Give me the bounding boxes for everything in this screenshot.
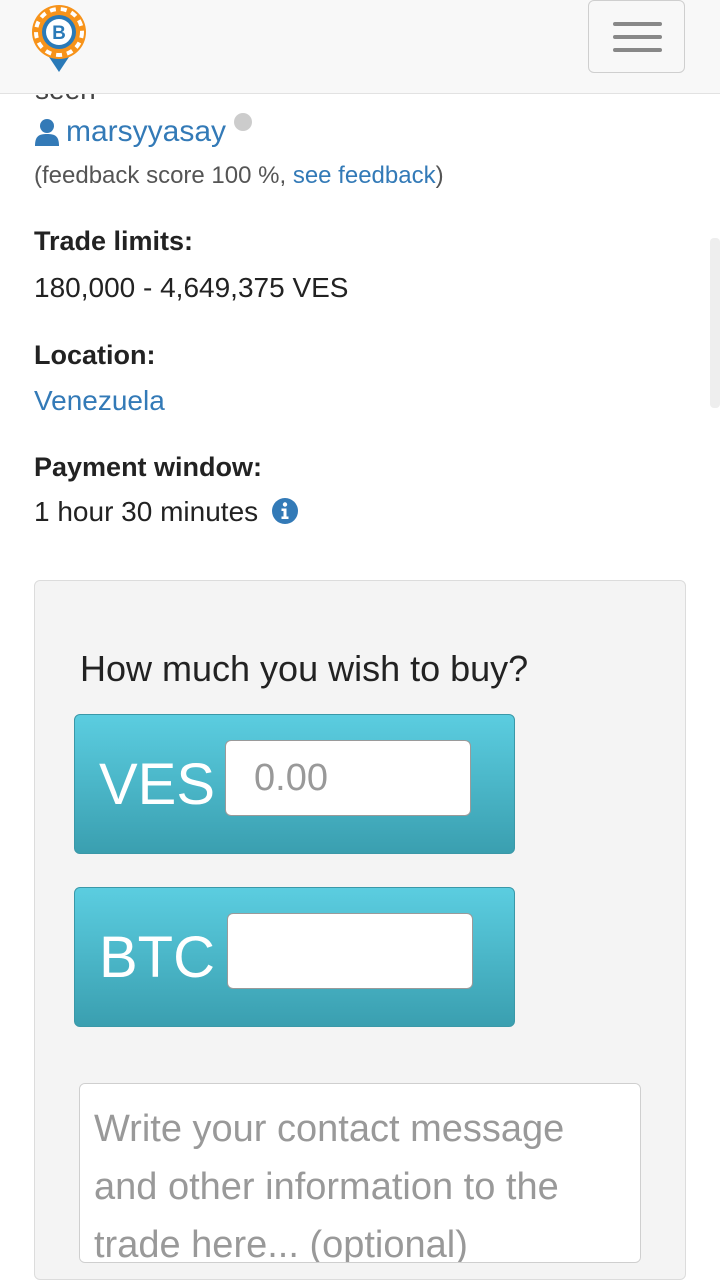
payment-window-text: 1 hour 30 minutes bbox=[34, 496, 259, 527]
location-label: Location: bbox=[34, 340, 156, 370]
info-icon[interactable] bbox=[271, 498, 298, 524]
trade-limits-label: Trade limits: bbox=[34, 226, 194, 256]
fiat-amount-group: VES bbox=[74, 714, 515, 854]
menu-bar-icon bbox=[613, 48, 662, 52]
bitcoin-map-pin-logo-icon[interactable]: B bbox=[30, 2, 88, 74]
seller-row: marsyyasay bbox=[34, 112, 253, 152]
top-navbar: B bbox=[0, 0, 720, 94]
trade-form-title: How much you wish to buy? bbox=[80, 648, 529, 689]
payment-window-value: 1 hour 30 minutes bbox=[34, 496, 298, 528]
feedback-score: (feedback score 100 %, see feedback) bbox=[34, 162, 444, 190]
contact-message-textarea[interactable] bbox=[79, 1083, 641, 1263]
crypto-currency-label: BTC bbox=[99, 925, 215, 990]
crypto-amount-group: BTC bbox=[74, 887, 515, 1027]
crypto-amount-input[interactable] bbox=[227, 913, 473, 989]
svg-text:B: B bbox=[52, 23, 66, 44]
fiat-currency-label: VES bbox=[99, 752, 216, 817]
seller-name-link[interactable]: marsyyasay bbox=[66, 115, 226, 149]
feedback-prefix: (feedback score 100 %, bbox=[34, 162, 293, 189]
see-feedback-link[interactable]: see feedback bbox=[293, 162, 436, 189]
menu-bar-icon bbox=[613, 35, 662, 39]
user-icon bbox=[35, 119, 59, 146]
feedback-suffix: ) bbox=[435, 162, 444, 189]
location-link[interactable]: Venezuela bbox=[34, 385, 165, 417]
menu-bar-icon bbox=[613, 22, 662, 26]
fiat-amount-input[interactable] bbox=[225, 740, 471, 816]
hamburger-menu-button[interactable] bbox=[588, 0, 685, 73]
page-content: seen marsyyasay (feedback score 100 %, s… bbox=[0, 0, 720, 1280]
online-status-dot bbox=[234, 113, 253, 131]
payment-window-label: Payment window: bbox=[34, 452, 263, 482]
page-scrollbar[interactable] bbox=[710, 238, 720, 408]
trade-limits-value: 180,000 - 4,649,375 VES bbox=[34, 272, 349, 303]
